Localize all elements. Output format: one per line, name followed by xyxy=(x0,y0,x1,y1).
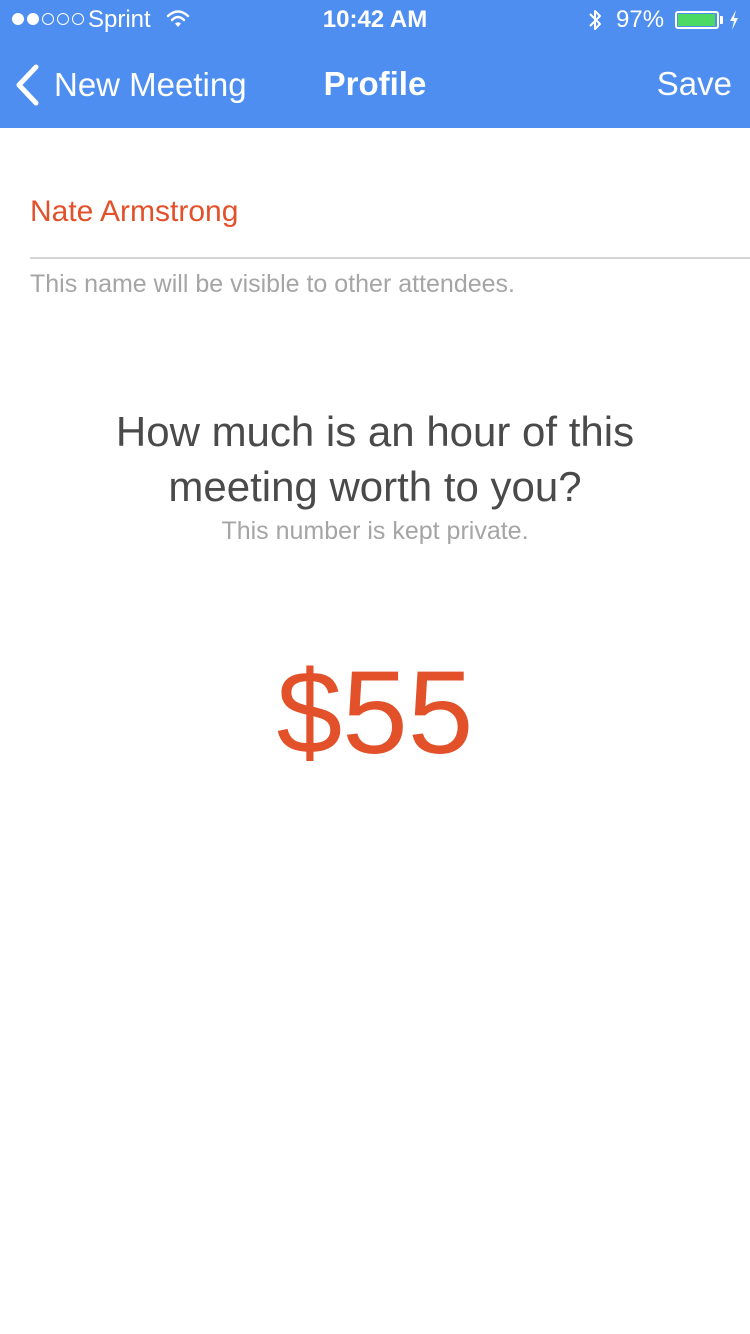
name-field-divider xyxy=(30,257,750,259)
name-hint: This name will be visible to other atten… xyxy=(30,270,515,298)
battery-icon xyxy=(675,11,719,29)
battery-terminal xyxy=(720,16,723,24)
back-button-label: New Meeting xyxy=(54,66,247,103)
hourly-value-amount[interactable]: $55 xyxy=(0,648,750,778)
worth-question-line-2: meeting worth to you? xyxy=(168,463,582,510)
chevron-left-icon xyxy=(16,64,39,106)
worth-question-line-1: How much is an hour of this xyxy=(115,408,635,455)
save-button[interactable]: Save xyxy=(657,65,732,103)
status-bar: Sprint 10:42 AM 97% xyxy=(0,0,750,40)
profile-screen: Sprint 10:42 AM 97% New Meeting Profile … xyxy=(0,0,750,1334)
back-button[interactable]: New Meeting xyxy=(14,62,247,108)
bluetooth-icon xyxy=(589,10,601,30)
battery-level-fill xyxy=(678,14,715,26)
lightning-bolt-icon xyxy=(730,10,738,30)
battery-percentage: 97% xyxy=(616,6,665,33)
privacy-note: This number is kept private. xyxy=(221,517,529,545)
worth-question: How much is an hour of this meeting wort… xyxy=(40,404,710,514)
top-bar: Sprint 10:42 AM 97% New Meeting Profile … xyxy=(0,0,750,128)
name-input[interactable] xyxy=(30,190,750,234)
